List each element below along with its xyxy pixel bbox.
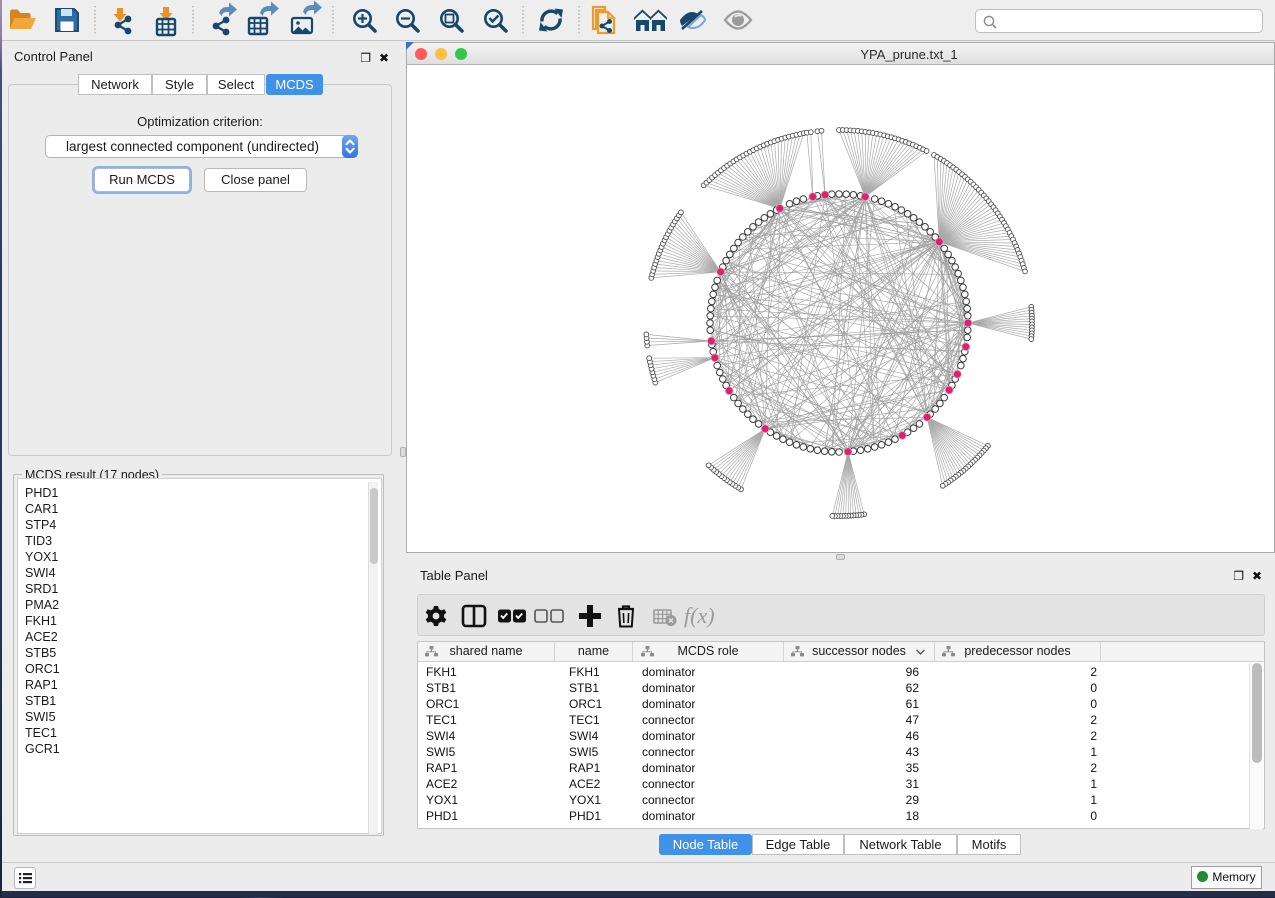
- svg-text:f(x): f(x): [684, 603, 715, 628]
